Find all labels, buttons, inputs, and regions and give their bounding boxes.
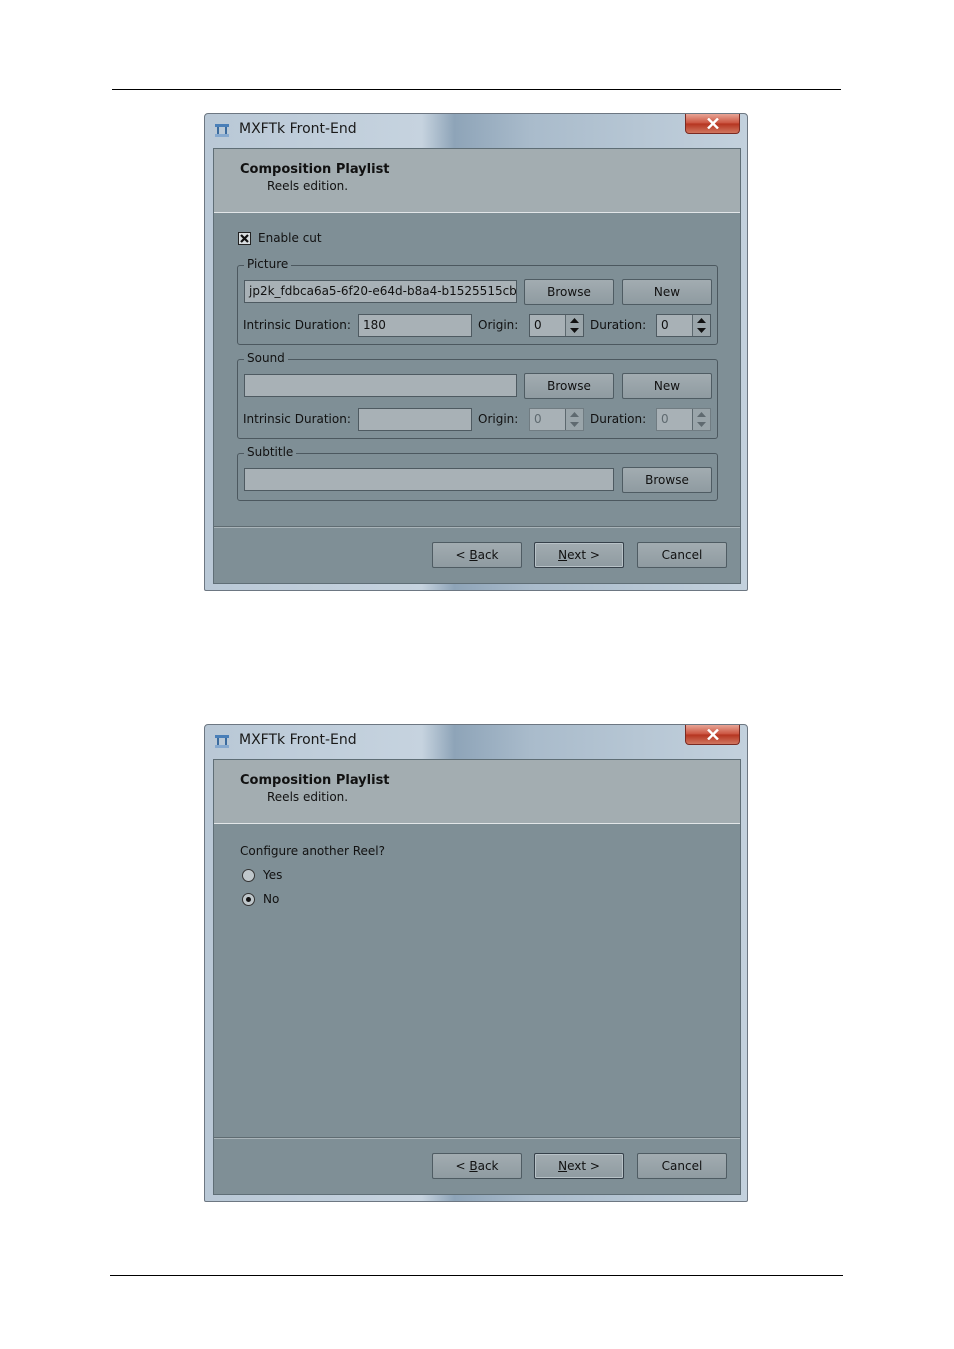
next-rest: ext > [567, 548, 600, 562]
picture-browse-button[interactable]: Browse [524, 279, 614, 305]
spin-arrows[interactable] [565, 315, 583, 336]
title-bar[interactable]: MXFTk Front-End [205, 725, 747, 757]
footer-separator [214, 526, 740, 528]
next-button[interactable]: Next > [534, 1153, 624, 1179]
picture-new-button[interactable]: New [622, 279, 712, 305]
back-rest: ack [477, 1159, 499, 1173]
spin-arrows[interactable] [692, 315, 710, 336]
picture-origin-value: 0 [534, 318, 542, 332]
back-button[interactable]: < Back [432, 1153, 522, 1179]
picture-group: Picture [237, 257, 718, 345]
cancel-button[interactable]: Cancel [637, 1153, 727, 1179]
wizard-page: Composition Playlist Reels edition. Enab… [213, 148, 741, 584]
wizard-title: Composition Playlist [240, 773, 390, 788]
enable-cut-checkbox[interactable] [238, 232, 251, 245]
picture-duration-label: Duration: [590, 318, 647, 332]
close-icon [707, 118, 719, 129]
subtitle-file-input[interactable] [244, 468, 614, 491]
page-top-rule [112, 89, 841, 90]
dialog-window-configure-reel: MXFTk Front-End Composition Playlist Ree… [204, 724, 748, 1202]
page-bottom-rule [110, 1275, 843, 1276]
window-title: MXFTk Front-End [239, 732, 357, 748]
back-prefix: < [455, 1159, 470, 1173]
sound-group-label: Sound [244, 351, 288, 365]
picture-intrinsic-duration-label: Intrinsic Duration: [243, 318, 351, 332]
app-icon [215, 124, 229, 137]
cancel-button[interactable]: Cancel [637, 542, 727, 568]
next-rest: ext > [567, 1159, 600, 1173]
back-mnemonic: B [469, 1159, 478, 1173]
picture-intrinsic-duration-field[interactable]: 180 [358, 314, 472, 337]
close-button[interactable] [685, 725, 740, 745]
wizard-title: Composition Playlist [240, 162, 390, 177]
sound-origin-spinbox[interactable]: 0 [529, 408, 584, 431]
sound-browse-button[interactable]: Browse [524, 373, 614, 399]
spin-down-icon [697, 328, 706, 333]
wizard-header: Composition Playlist Reels edition. [214, 760, 740, 824]
sound-duration-value: 0 [661, 412, 669, 426]
subtitle-browse-button[interactable]: Browse [622, 467, 712, 493]
footer-separator [214, 1137, 740, 1139]
sound-new-button[interactable]: New [622, 373, 712, 399]
window-title: MXFTk Front-End [239, 121, 357, 137]
sound-group: Sound [237, 351, 718, 439]
no-radio-label: No [263, 892, 280, 906]
title-bar[interactable]: MXFTk Front-End [205, 114, 747, 146]
subtitle-group-label: Subtitle [244, 445, 297, 459]
checkmark-icon [240, 234, 249, 243]
spin-arrows[interactable] [565, 409, 583, 430]
picture-duration-value: 0 [661, 318, 669, 332]
wizard-header: Composition Playlist Reels edition. [214, 149, 740, 213]
spin-down-icon [570, 328, 579, 333]
back-prefix: < [455, 548, 470, 562]
no-radio[interactable] [242, 893, 255, 906]
spin-arrows[interactable] [692, 409, 710, 430]
sound-file-input[interactable] [244, 374, 517, 397]
wizard-subtitle: Reels edition. [267, 790, 349, 804]
dialog-window-reels-edition: MXFTk Front-End Composition Playlist Ree… [204, 113, 748, 591]
spin-down-icon [697, 422, 706, 427]
close-button[interactable] [685, 114, 740, 134]
picture-group-label: Picture [244, 257, 292, 271]
close-icon [707, 729, 719, 740]
picture-origin-label: Origin: [478, 318, 519, 332]
enable-cut-label: Enable cut [258, 231, 322, 245]
sound-intrinsic-duration-label: Intrinsic Duration: [243, 412, 351, 426]
wizard-subtitle: Reels edition. [267, 179, 349, 193]
next-mnemonic: N [558, 1159, 568, 1173]
next-mnemonic: N [558, 548, 568, 562]
spin-up-icon [697, 412, 706, 417]
picture-file-input[interactable]: jp2k_fdbca6a5-6f20-e64d-b8a4-b1525515cb9 [244, 280, 517, 303]
yes-radio[interactable] [242, 869, 255, 882]
picture-origin-spinbox[interactable]: 0 [529, 314, 584, 337]
back-rest: ack [477, 548, 499, 562]
wizard-page: Composition Playlist Reels edition. Conf… [213, 759, 741, 1195]
spin-down-icon [570, 422, 579, 427]
sound-duration-label: Duration: [590, 412, 647, 426]
app-icon [215, 735, 229, 748]
next-button[interactable]: Next > [534, 542, 624, 568]
configure-reel-question: Configure another Reel? [240, 844, 385, 858]
sound-duration-spinbox[interactable]: 0 [656, 408, 711, 431]
yes-radio-label: Yes [263, 868, 283, 882]
sound-intrinsic-duration-field[interactable] [358, 408, 472, 431]
back-button[interactable]: < Back [432, 542, 522, 568]
spin-up-icon [697, 318, 706, 323]
picture-duration-spinbox[interactable]: 0 [656, 314, 711, 337]
sound-origin-value: 0 [534, 412, 542, 426]
sound-origin-label: Origin: [478, 412, 519, 426]
spin-up-icon [570, 318, 579, 323]
back-mnemonic: B [469, 548, 478, 562]
spin-up-icon [570, 412, 579, 417]
